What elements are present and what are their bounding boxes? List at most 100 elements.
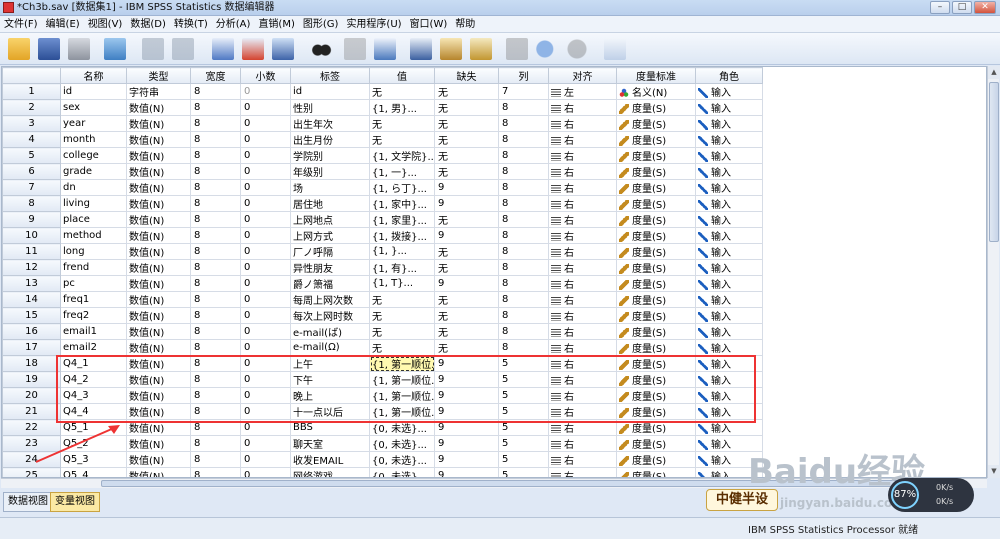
cell-role[interactable]: 输入	[695, 355, 763, 372]
cell-values[interactable]: 无	[369, 339, 435, 356]
row-number[interactable]: 17	[2, 339, 61, 356]
cell-name[interactable]: college	[60, 147, 127, 164]
cell-missing[interactable]: 无	[434, 163, 499, 180]
cell-measure[interactable]: 名义(N)	[616, 83, 696, 100]
cell-missing[interactable]: 9	[434, 435, 499, 452]
maximize-button[interactable]: □	[952, 1, 972, 14]
cell-dec[interactable]: 0	[240, 467, 291, 477]
cell-missing[interactable]: 无	[434, 323, 499, 340]
row-number[interactable]: 12	[2, 259, 61, 276]
cell-width[interactable]: 8	[190, 227, 241, 244]
cell-dec[interactable]: 0	[240, 291, 291, 308]
cell-values[interactable]: {1, 有}...	[369, 259, 435, 276]
cell-name[interactable]: method	[60, 227, 127, 244]
cell-name[interactable]: place	[60, 211, 127, 228]
cell-width[interactable]: 8	[190, 275, 241, 292]
cell-col[interactable]: 7	[498, 83, 549, 100]
cell-values[interactable]: 无	[369, 323, 435, 340]
row-number[interactable]: 10	[2, 227, 61, 244]
cell-label[interactable]: 聊天室	[290, 435, 370, 452]
row-number[interactable]: 25	[2, 467, 61, 477]
menu-item-7[interactable]: 图形(G)	[299, 16, 343, 33]
cell-label[interactable]: 网络游戏	[290, 467, 370, 477]
cell-col[interactable]: 8	[498, 275, 549, 292]
minimize-button[interactable]: –	[930, 1, 950, 14]
row-number[interactable]: 1	[2, 83, 61, 100]
cell-type[interactable]: 数值(N)	[126, 243, 191, 260]
cell-dec[interactable]: 0	[240, 403, 291, 420]
cell-missing[interactable]: 无	[434, 83, 499, 100]
vertical-scroll-thumb[interactable]	[989, 82, 999, 242]
cell-missing[interactable]: 9	[434, 275, 499, 292]
find-icon[interactable]	[310, 38, 332, 60]
cell-missing[interactable]: 无	[434, 211, 499, 228]
cell-type[interactable]: 数值(N)	[126, 403, 191, 420]
cell-values[interactable]: {0, 未选}...	[369, 451, 435, 468]
cell-align[interactable]: 右	[548, 99, 617, 116]
cell-align[interactable]: 右	[548, 179, 617, 196]
cell-dec[interactable]: 0	[240, 339, 291, 356]
cell-missing[interactable]: 无	[434, 243, 499, 260]
cell-type[interactable]: 数值(N)	[126, 355, 191, 372]
cell-role[interactable]: 输入	[695, 291, 763, 308]
cell-measure[interactable]: 度量(S)	[616, 387, 696, 404]
row-number[interactable]: 15	[2, 307, 61, 324]
cell-missing[interactable]: 9	[434, 355, 499, 372]
cell-missing[interactable]: 9	[434, 387, 499, 404]
cell-width[interactable]: 8	[190, 211, 241, 228]
cell-role[interactable]: 输入	[695, 227, 763, 244]
cell-align[interactable]: 右	[548, 435, 617, 452]
cell-align[interactable]: 右	[548, 323, 617, 340]
cell-dec[interactable]: 0	[240, 323, 291, 340]
cell-values[interactable]: {1, T}...	[369, 275, 435, 292]
cell-width[interactable]: 8	[190, 179, 241, 196]
cell-col[interactable]: 8	[498, 147, 549, 164]
save-icon[interactable]	[38, 38, 60, 60]
cell-name[interactable]: Q4_3	[60, 387, 127, 404]
redo-icon[interactable]	[172, 38, 194, 60]
cell-values[interactable]: {1, 家中}...	[369, 195, 435, 212]
cell-dec[interactable]: 0	[240, 99, 291, 116]
tab-data-view[interactable]: 数据视图	[3, 492, 53, 512]
cell-values[interactable]: 无	[369, 115, 435, 132]
menu-item-10[interactable]: 帮助	[451, 16, 479, 33]
row-number[interactable]: 14	[2, 291, 61, 308]
cell-dec[interactable]: 0	[240, 147, 291, 164]
cell-label[interactable]: 收发EMAIL	[290, 451, 370, 468]
cell-missing[interactable]: 9	[434, 371, 499, 388]
cell-role[interactable]: 输入	[695, 307, 763, 324]
cell-width[interactable]: 8	[190, 451, 241, 468]
cell-values[interactable]: {1, 家里}...	[369, 211, 435, 228]
cell-role[interactable]: 输入	[695, 115, 763, 132]
cell-label[interactable]: 上网方式	[290, 227, 370, 244]
cell-measure[interactable]: 度量(S)	[616, 323, 696, 340]
row-number[interactable]: 19	[2, 371, 61, 388]
cell-width[interactable]: 8	[190, 195, 241, 212]
cell-values[interactable]: {1, 文学院}...	[369, 147, 435, 164]
variables-icon[interactable]	[272, 38, 294, 60]
cell-missing[interactable]: 无	[434, 307, 499, 324]
cell-align[interactable]: 右	[548, 195, 617, 212]
cell-missing[interactable]: 无	[434, 339, 499, 356]
cell-type[interactable]: 数值(N)	[126, 275, 191, 292]
cell-align[interactable]: 右	[548, 371, 617, 388]
cell-width[interactable]: 8	[190, 115, 241, 132]
menu-item-2[interactable]: 视图(V)	[84, 16, 127, 33]
cell-values[interactable]: {1, 第一顺位...	[369, 355, 435, 372]
cell-width[interactable]: 8	[190, 387, 241, 404]
row-number[interactable]: 7	[2, 179, 61, 196]
cell-label[interactable]: 十一点以后	[290, 403, 370, 420]
cell-col[interactable]: 5	[498, 355, 549, 372]
cell-width[interactable]: 8	[190, 99, 241, 116]
column-header[interactable]: 标签	[290, 67, 370, 84]
cell-col[interactable]: 8	[498, 243, 549, 260]
cell-align[interactable]: 右	[548, 163, 617, 180]
menu-item-3[interactable]: 数据(D)	[126, 16, 170, 33]
column-header[interactable]: 缺失	[434, 67, 499, 84]
row-number[interactable]: 16	[2, 323, 61, 340]
cell-type[interactable]: 数值(N)	[126, 387, 191, 404]
insert-variable-icon[interactable]	[374, 38, 396, 60]
cell-col[interactable]: 8	[498, 99, 549, 116]
cell-align[interactable]: 右	[548, 419, 617, 436]
cell-label[interactable]: 出生年次	[290, 115, 370, 132]
